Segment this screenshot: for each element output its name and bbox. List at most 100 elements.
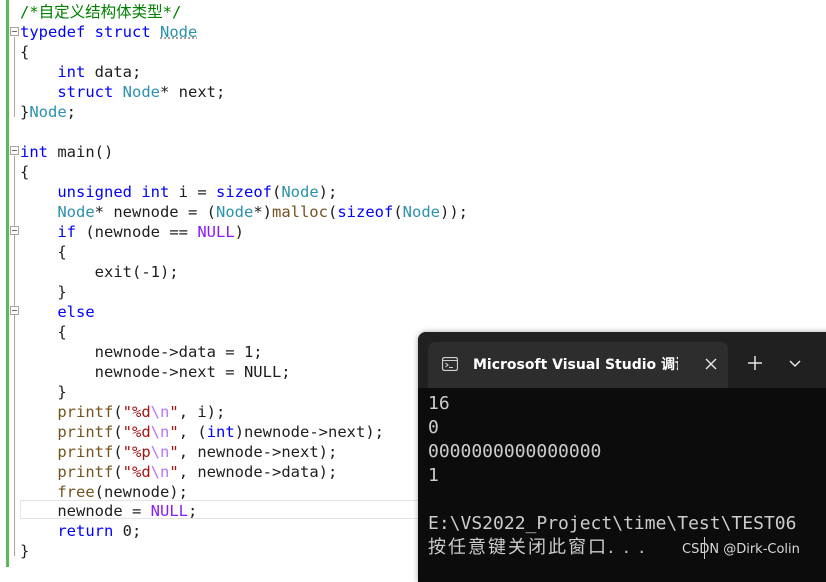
code-line-20: }	[20, 382, 67, 402]
string-literal: "%d	[122, 403, 151, 421]
type-node: Node	[281, 183, 319, 201]
code-line-18: newnode->data = 1;	[20, 342, 263, 362]
terminal-titlebar[interactable]: Microsoft Visual Studio 调试控	[418, 332, 826, 388]
string-literal: "%d	[122, 423, 151, 441]
code-line-1: /*自定义结构体类型*/	[20, 2, 181, 22]
code-line-16: else	[20, 302, 95, 322]
keyword-return: return	[57, 522, 114, 540]
code-line-14: exit(-1);	[20, 262, 179, 282]
type-node: Node	[29, 103, 67, 121]
fold-toggle-else[interactable]	[10, 306, 19, 315]
code-line-26: newnode = NULL;	[20, 501, 197, 521]
brace: }	[57, 383, 67, 401]
keyword-struct: struct	[57, 83, 114, 101]
printf-args: , (	[178, 423, 207, 441]
fold-toggle-main[interactable]	[10, 146, 19, 155]
code-line-23: printf("%p\n", newnode->next);	[20, 442, 337, 462]
field-next: * next;	[160, 83, 226, 101]
code-line-27: return 0;	[20, 521, 141, 541]
brace: }	[57, 283, 67, 301]
string-literal: "	[169, 403, 179, 421]
terminal-tab[interactable]: Microsoft Visual Studio 调试控	[428, 342, 728, 388]
code-line-9: {	[20, 162, 29, 182]
free-args: (newnode);	[94, 483, 188, 501]
keyword-sizeof: sizeof	[337, 203, 394, 221]
keyword-int: int	[57, 63, 86, 81]
fold-guide-struct	[14, 37, 15, 117]
change-indicator-bar	[6, 0, 9, 567]
code-line-15: }	[20, 282, 67, 302]
close-icon[interactable]	[701, 354, 721, 374]
code-line-22: printf("%d\n", (int)newnode->next);	[20, 422, 384, 442]
macro-null: NULL	[150, 502, 188, 520]
var-i-decl: i =	[169, 183, 216, 201]
assign-next: newnode->next = NULL;	[94, 363, 291, 381]
paren: )	[234, 223, 244, 241]
code-line-28: }	[20, 541, 29, 561]
paren: );	[318, 183, 338, 201]
fold-toggle-struct[interactable]	[10, 27, 19, 36]
printf-args: , i);	[178, 403, 226, 421]
comment: /*自定义结构体类型*/	[20, 3, 182, 21]
close-prompt-line: 按任意键关闭此窗口. . .	[428, 537, 647, 558]
output-line: 0000000000000000	[428, 441, 602, 462]
exit-path-line: E:\VS2022_Project\time\Test\TEST06	[428, 513, 797, 534]
paren: (	[113, 403, 123, 421]
terminal-icon	[442, 357, 458, 371]
keyword-if: if	[57, 223, 76, 241]
code-line-8: int main()	[20, 142, 113, 162]
keyword-sizeof: sizeof	[216, 183, 272, 201]
keyword-else: else	[57, 303, 95, 321]
function-printf: printf	[57, 423, 114, 441]
assign-data: newnode->data = 1;	[94, 343, 263, 361]
text-cursor	[704, 537, 705, 559]
exit-call: exit(-1);	[94, 263, 179, 281]
printf-args: )newnode->next);	[234, 423, 384, 441]
string-literal: "	[169, 443, 179, 461]
code-line-3: {	[20, 42, 29, 62]
macro-null: NULL	[197, 223, 235, 241]
semicolon: ;	[187, 502, 198, 520]
main-signature: main()	[48, 143, 114, 161]
return-value: 0;	[113, 522, 142, 540]
type-node: Node	[215, 203, 254, 221]
ptr-cast: *)	[253, 203, 272, 221]
brace: {	[57, 243, 67, 261]
keyword-typedef: typedef	[20, 23, 86, 41]
output-line: 0	[428, 417, 439, 438]
type-node: Node	[122, 83, 160, 101]
escape-seq: \n	[150, 443, 170, 461]
function-malloc: malloc	[271, 203, 328, 221]
code-line-6: }Node;	[20, 102, 76, 122]
plus-icon[interactable]	[743, 351, 767, 375]
paren: (	[393, 203, 403, 221]
semicolon: ;	[66, 103, 77, 121]
function-free: free	[57, 483, 95, 501]
watermark: CSDN @Dirk-Colin	[682, 542, 800, 557]
printf-args: , newnode->next);	[178, 443, 338, 461]
code-line-4: int data;	[20, 62, 141, 82]
fold-toggle-if[interactable]	[10, 226, 19, 235]
escape-seq: \n	[150, 423, 170, 441]
newnode-decl: * newnode = (	[94, 203, 216, 221]
brace: {	[20, 163, 30, 181]
fold-guide-main	[14, 156, 15, 556]
function-printf: printf	[57, 463, 114, 481]
code-line-11: Node* newnode = (Node*)malloc(sizeof(Nod…	[20, 202, 468, 222]
code-line-24: printf("%d\n", newnode->data);	[20, 462, 337, 482]
paren: (	[113, 443, 123, 461]
keyword-int: int	[20, 143, 48, 161]
paren: ));	[440, 203, 468, 221]
function-printf: printf	[57, 443, 114, 461]
string-literal: "	[169, 423, 179, 441]
output-line: 1	[428, 465, 439, 486]
keyword-int: int	[141, 183, 170, 201]
escape-seq: \n	[150, 403, 170, 421]
string-literal: "	[169, 463, 179, 481]
code-line-12: if (newnode == NULL)	[20, 222, 244, 242]
code-line-5: struct Node* next;	[20, 82, 225, 102]
code-line-19: newnode->next = NULL;	[20, 362, 291, 382]
paren: (	[327, 203, 338, 221]
type-node: Node	[160, 23, 198, 41]
chevron-down-icon[interactable]	[783, 351, 807, 375]
